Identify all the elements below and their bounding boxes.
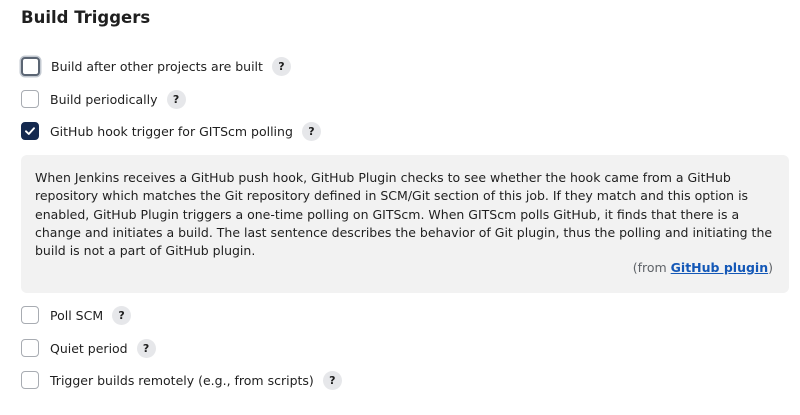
trigger-builds-remotely[interactable]: Trigger builds remotely (e.g., from scri… [21,370,342,390]
help-icon[interactable]: ? [271,56,291,76]
github-hook-label[interactable]: GitHub hook trigger for GITScm polling [50,124,293,139]
help-panel-source: (from GitHub plugin) [633,260,773,275]
trigger-poll-scm[interactable]: Poll SCM ? [21,305,132,325]
poll-scm-checkbox[interactable] [21,306,39,324]
trigger-build-after-other-projects[interactable]: Build after other projects are built ? [21,56,291,76]
help-panel-text: When Jenkins receives a GitHub push hook… [35,170,773,259]
help-icon[interactable]: ? [301,121,321,141]
checkbox-focus-inner [24,59,37,73]
build-periodically-checkbox[interactable] [21,90,39,108]
github-hook-checkbox[interactable] [21,122,39,140]
help-source-prefix: (from [632,260,671,275]
github-plugin-link[interactable]: GitHub plugin [671,260,768,275]
help-icon[interactable]: ? [112,305,132,325]
help-icon[interactable]: ? [322,370,342,390]
github-hook-help-panel: When Jenkins receives a GitHub push hook… [21,155,789,293]
quiet-period-checkbox[interactable] [21,339,39,357]
help-source-suffix: ) [768,260,773,275]
trigger-build-periodically[interactable]: Build periodically ? [21,89,186,109]
build-periodically-label[interactable]: Build periodically [50,92,158,107]
help-icon[interactable]: ? [166,89,186,109]
trigger-builds-remotely-label[interactable]: Trigger builds remotely (e.g., from scri… [50,373,314,388]
trigger-builds-remotely-checkbox[interactable] [21,371,39,389]
build-after-other-projects-checkbox[interactable] [21,56,40,76]
trigger-github-hook[interactable]: GitHub hook trigger for GITScm polling ? [21,121,321,141]
help-icon[interactable]: ? [136,338,156,358]
quiet-period-label[interactable]: Quiet period [50,341,128,356]
trigger-quiet-period[interactable]: Quiet period ? [21,338,156,358]
section-title: Build Triggers [21,8,151,27]
poll-scm-label[interactable]: Poll SCM [50,308,103,323]
checkmark-icon [25,127,35,135]
build-after-other-projects-label[interactable]: Build after other projects are built [51,59,263,74]
